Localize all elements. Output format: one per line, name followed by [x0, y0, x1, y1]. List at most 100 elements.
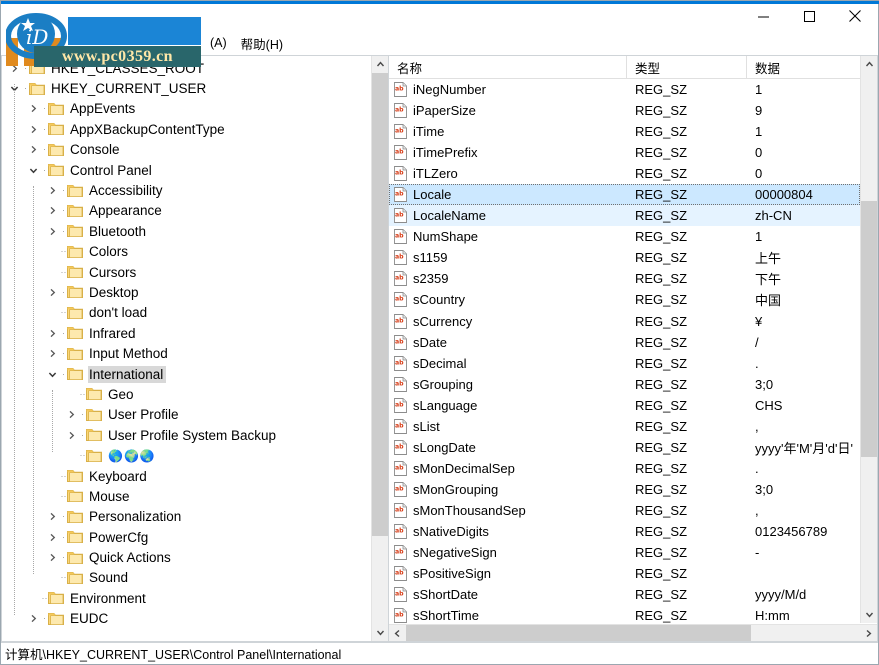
tree-item-keyboard[interactable]: ·· Keyboard — [2, 466, 371, 486]
value-name: LocaleName — [413, 208, 486, 224]
chevron-right-icon[interactable] — [25, 142, 41, 158]
tree-vertical-scrollbar[interactable] — [371, 56, 388, 641]
tree-item-environment[interactable]: ·· Environment — [2, 588, 371, 608]
tree-item-cursors[interactable]: ·· Cursors — [2, 262, 371, 282]
tree-item-label: International — [88, 365, 167, 383]
chevron-right-icon[interactable] — [44, 529, 60, 545]
tree-item-personalization[interactable]: · Personalization — [2, 507, 371, 527]
chevron-right-icon[interactable] — [44, 550, 60, 566]
table-row[interactable]: ab Locale REG_SZ 00000804 — [389, 184, 860, 206]
list-scroll-up-icon[interactable] — [861, 56, 877, 73]
string-value-icon: ab — [393, 460, 408, 476]
table-row[interactable]: ab sDate REG_SZ / — [389, 332, 860, 353]
table-row[interactable]: ab sLanguage REG_SZ CHS — [389, 395, 860, 416]
table-row[interactable]: ab LocaleName REG_SZ zh-CN — [389, 205, 860, 227]
table-row[interactable]: ab sShortTime REG_SZ H:mm — [389, 605, 860, 623]
column-header-name[interactable]: 名称 — [389, 56, 627, 79]
chevron-right-icon[interactable] — [6, 60, 22, 76]
value-name: s2359 — [413, 271, 449, 287]
maximize-button[interactable] — [786, 1, 832, 31]
table-row[interactable]: ab sCurrency REG_SZ ¥ — [389, 311, 860, 332]
table-row[interactable]: ab sCountry REG_SZ 中国 — [389, 289, 860, 310]
table-row[interactable]: ab iTimePrefix REG_SZ 0 — [389, 142, 860, 163]
table-row[interactable]: ab iNegNumber REG_SZ 1 — [389, 79, 860, 100]
column-header-type[interactable]: 类型 — [627, 56, 747, 79]
chevron-right-icon[interactable] — [63, 427, 79, 443]
chevron-right-icon[interactable] — [44, 203, 60, 219]
tree-item-accessibility[interactable]: · Accessibility — [2, 180, 371, 200]
tree-item-powercfg[interactable]: · PowerCfg — [2, 527, 371, 547]
chevron-right-icon[interactable] — [44, 325, 60, 341]
chevron-right-icon[interactable] — [44, 183, 60, 199]
table-row[interactable]: ab sNativeDigits REG_SZ 0123456789 — [389, 521, 860, 542]
tree-item-label: AppXBackupContentType — [70, 121, 225, 137]
tree-item-sound[interactable]: ·· Sound — [2, 568, 371, 588]
table-row[interactable]: ab sPositiveSign REG_SZ — [389, 563, 860, 584]
tree-item-mouse[interactable]: ·· Mouse — [2, 486, 371, 506]
tree-scroll-thumb[interactable] — [372, 73, 388, 536]
list-hscroll-thumb[interactable] — [406, 624, 752, 641]
chevron-right-icon[interactable] — [63, 407, 79, 423]
table-row[interactable]: ab sNegativeSign REG_SZ - — [389, 542, 860, 563]
chevron-down-icon[interactable] — [44, 366, 60, 382]
tree-item-input-method[interactable]: · Input Method — [2, 343, 371, 363]
table-row[interactable]: ab sShortDate REG_SZ yyyy/M/d — [389, 584, 860, 605]
chevron-right-icon[interactable] — [25, 611, 41, 627]
tree-item-infrared[interactable]: · Infrared — [2, 323, 371, 343]
tree-item-appxbackupcontenttype[interactable]: · AppXBackupContentType — [2, 119, 371, 139]
list-vertical-scrollbar[interactable] — [860, 56, 877, 623]
tree-item-don-t-load[interactable]: ·· don't load — [2, 303, 371, 323]
tree-item-appearance[interactable]: · Appearance — [2, 201, 371, 221]
tree-scroll-up-icon[interactable] — [372, 56, 388, 73]
table-row[interactable]: ab iPaperSize REG_SZ 9 — [389, 100, 860, 121]
table-row[interactable]: ab sLongDate REG_SZ yyyy'年'M'月'd'日' — [389, 437, 860, 458]
table-row[interactable]: ab sGrouping REG_SZ 3;0 — [389, 374, 860, 395]
tree-item-user-profile[interactable]: · User Profile — [2, 405, 371, 425]
tree-item-appevents[interactable]: · AppEvents — [2, 99, 371, 119]
list-scroll-left-icon[interactable] — [389, 624, 406, 641]
tree-item-console[interactable]: · Console — [2, 140, 371, 160]
chevron-right-icon[interactable] — [44, 509, 60, 525]
tree-scroll-down-icon[interactable] — [372, 624, 388, 641]
list-scroll-thumb[interactable] — [861, 200, 877, 457]
close-button[interactable] — [832, 1, 878, 31]
table-row[interactable]: ab sMonDecimalSep REG_SZ. — [389, 458, 860, 479]
table-row[interactable]: ab sDecimal REG_SZ. — [389, 353, 860, 374]
menu-item-help[interactable]: 帮助(H) — [234, 31, 290, 56]
minimize-button[interactable] — [740, 1, 786, 31]
list-hscroll-track[interactable] — [406, 624, 860, 641]
list-scroll-right-icon[interactable] — [860, 624, 877, 641]
chevron-right-icon[interactable] — [44, 284, 60, 300]
tree-item-user-profile-system-backup[interactable]: · User Profile System Backup — [2, 425, 371, 445]
chevron-right-icon[interactable] — [25, 101, 41, 117]
chevron-right-icon[interactable] — [44, 223, 60, 239]
tree-item-quick-actions[interactable]: · Quick Actions — [2, 547, 371, 567]
list-scroll-down-icon[interactable] — [861, 606, 877, 623]
chevron-down-icon[interactable] — [25, 162, 41, 178]
tree-item-geo[interactable]: ·· Geo — [2, 384, 371, 404]
list-horizontal-scrollbar[interactable] — [389, 624, 877, 641]
chevron-right-icon[interactable] — [44, 346, 60, 362]
column-header-data[interactable]: 数据 — [747, 56, 877, 79]
tree-item-control-panel[interactable]: · Control Panel — [2, 160, 371, 180]
chevron-right-icon[interactable] — [25, 121, 41, 137]
list-scroll-track[interactable] — [861, 73, 877, 606]
table-row[interactable]: ab iTLZero REG_SZ 0 — [389, 163, 860, 184]
tree-scroll-track[interactable] — [372, 73, 388, 624]
menu-item-0[interactable]: (A) — [203, 33, 234, 53]
table-row[interactable]: ab s2359 REG_SZ 下午 — [389, 268, 860, 289]
tree-item-hkey-current-user[interactable]: · HKEY_CURRENT_USER — [2, 78, 371, 98]
table-row[interactable]: ab s1159 REG_SZ 上午 — [389, 247, 860, 268]
tree-item-[interactable]: ·· 🌎🌍🌏 — [2, 445, 371, 465]
table-row[interactable]: ab iTime REG_SZ 1 — [389, 121, 860, 142]
tree-item-eudc[interactable]: · EUDC — [2, 609, 371, 629]
tree-item-colors[interactable]: ·· Colors — [2, 242, 371, 262]
table-row[interactable]: ab sList REG_SZ, — [389, 416, 860, 437]
table-row[interactable]: ab sMonGrouping REG_SZ 3;0 — [389, 479, 860, 500]
tree-item-bluetooth[interactable]: · Bluetooth — [2, 221, 371, 241]
table-row[interactable]: ab sMonThousandSep REG_SZ, — [389, 500, 860, 521]
tree-item-desktop[interactable]: · Desktop — [2, 282, 371, 302]
table-row[interactable]: ab NumShape REG_SZ 1 — [389, 226, 860, 247]
tree-item-international[interactable]: · International — [2, 364, 371, 384]
